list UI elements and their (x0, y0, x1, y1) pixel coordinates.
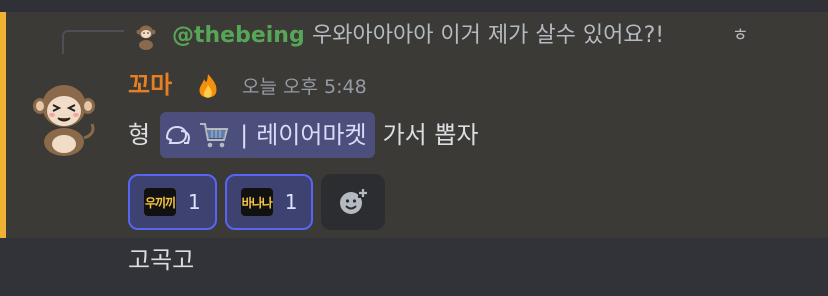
banana-emoji-icon: 바나나 (240, 188, 273, 216)
channel-name: 레이어마켓 (256, 121, 367, 149)
reply-avatar[interactable] (131, 21, 161, 51)
shopping-cart-icon (200, 123, 229, 148)
add-reaction-icon (340, 188, 369, 214)
next-message-text: 고곡고 (128, 246, 195, 274)
reaction-count: 1 (188, 190, 201, 214)
message-suffix-text: 가서 뽑자 (382, 121, 479, 149)
reply-preview-text[interactable]: 우와아아아아 이거 제가 살수 있어요?! (312, 20, 664, 52)
message-content: 형 | 레이어마켓 가서 뽑자 (128, 112, 479, 158)
add-reaction-button[interactable] (321, 174, 386, 230)
reaction-count: 1 (284, 190, 298, 214)
forum-channel-icon (166, 125, 191, 144)
channel-separator: | (240, 121, 249, 149)
author-avatar[interactable] (28, 76, 100, 158)
reply-author-mention[interactable]: @thebeing (172, 20, 305, 52)
fire-icon (199, 74, 217, 98)
channel-mention[interactable]: | 레이어마켓 (160, 112, 375, 158)
reply-connector-line (62, 30, 124, 54)
message-timestamp[interactable]: 오늘 오후 5:48 (242, 72, 367, 102)
mention-highlight-bar (0, 12, 6, 238)
author-name[interactable]: 꼬마 (128, 66, 172, 104)
reaction-ukkikki[interactable]: 우끼끼 1 (128, 174, 217, 230)
reaction-banana[interactable]: 바나나 1 (224, 174, 314, 230)
image-attachment-icon: ㅎ (732, 25, 749, 46)
ukkikki-emoji-icon: 우끼끼 (144, 188, 176, 216)
previous-message-area (0, 0, 828, 12)
reactions-row: 우끼끼 1 바나나 1 (128, 174, 386, 230)
message-prefix-text: 형 (128, 121, 151, 149)
